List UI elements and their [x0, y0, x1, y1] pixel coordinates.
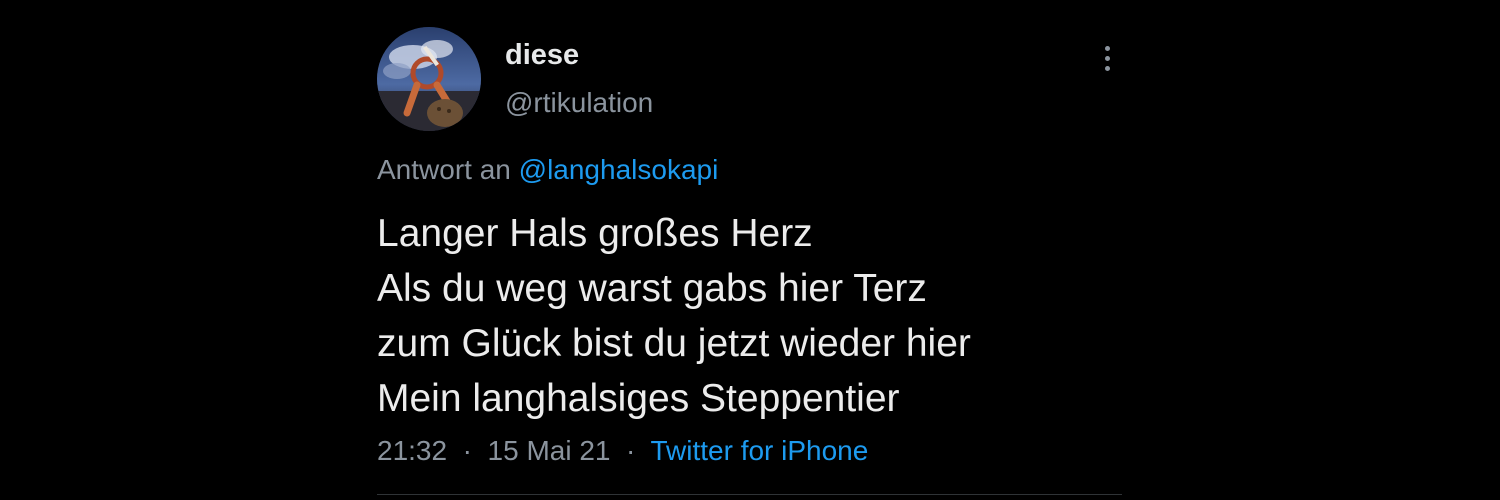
tweet-line: Als du weg warst gabs hier Terz	[377, 267, 927, 310]
meta-separator: ·	[454, 435, 480, 466]
reply-context: Antwort an @langhalsokapi	[377, 154, 718, 186]
tweet-card: diese @rtikulation Antwort an @langhalso…	[377, 0, 1122, 500]
tweet-time[interactable]: 21:32	[377, 435, 447, 466]
tweet-meta: 21:32 · 15 Mai 21 · Twitter for iPhone	[377, 435, 868, 467]
menu-dot	[1104, 45, 1110, 51]
display-name[interactable]: diese	[505, 39, 579, 72]
tweet-date[interactable]: 15 Mai 21	[488, 435, 611, 466]
user-handle[interactable]: @rtikulation	[505, 87, 653, 119]
menu-dot	[1104, 65, 1110, 71]
tweet-line: Mein langhalsiges Steppentier	[377, 377, 900, 420]
menu-dot	[1104, 55, 1110, 61]
tweet-line: Langer Hals großes Herz	[377, 212, 813, 255]
avatar-image	[377, 27, 481, 131]
tweet-source-link[interactable]: Twitter for iPhone	[650, 435, 868, 466]
avatar[interactable]	[377, 27, 481, 131]
meta-separator: ·	[618, 435, 644, 466]
tweet-line: zum Glück bist du jetzt wieder hier	[377, 322, 971, 365]
tweet-text: Langer Hals großes Herz Als du weg warst…	[377, 206, 971, 426]
more-vertical-icon[interactable]	[1092, 38, 1122, 78]
divider	[377, 494, 1122, 495]
reply-prefix: Antwort an	[377, 154, 511, 185]
reply-mention-link[interactable]: @langhalsokapi	[519, 154, 719, 185]
